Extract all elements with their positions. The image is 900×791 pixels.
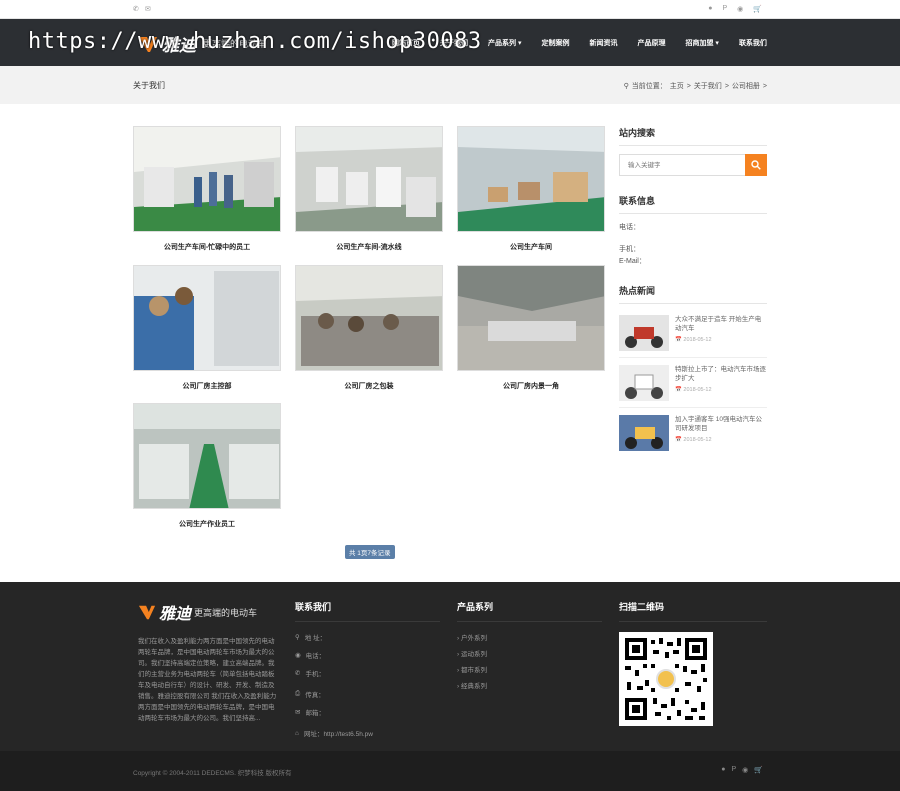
news-headline[interactable]: 加入宇通客车 10强电动汽车公司研发项目 <box>675 415 767 434</box>
weibo-icon[interactable]: ● <box>721 766 725 774</box>
footer-about-text: 我们在收入及盈利能力两方面是中国领先的电动两轮车品牌，是中国电动两轮车市场为最大… <box>138 638 277 723</box>
news-date: 📅 2018-05-12 <box>675 436 712 443</box>
gallery-caption[interactable]: 公司厂房之包装 <box>295 381 443 391</box>
footer-product-link[interactable]: › 运动系列 <box>457 648 602 658</box>
gallery-photo[interactable] <box>295 265 443 371</box>
fax-icon: ⎙ <box>295 690 301 697</box>
cart-icon[interactable]: 🛒 <box>754 766 763 774</box>
footer-contact-title: 联系我们 <box>295 600 440 622</box>
news-title: 热点新闻 <box>619 284 767 304</box>
pagination-info: 共 1页7条记录 <box>345 545 395 559</box>
gallery-photo[interactable] <box>133 126 281 232</box>
gallery-item[interactable]: 公司生产车间-忙碌中的员工 <box>133 126 281 252</box>
footer-website-link[interactable]: 网址：http://test6.5h.pw <box>304 728 373 738</box>
gallery-caption[interactable]: 公司厂房内景一角 <box>457 381 605 391</box>
news-headline[interactable]: 特斯拉上市了：电动汽车市场逐步扩大 <box>675 365 767 384</box>
news-thumbnail[interactable] <box>619 365 669 401</box>
gallery-caption[interactable]: 公司生产作业员工 <box>133 519 281 529</box>
gallery-item[interactable]: 公司厂房内景一角 <box>457 265 605 391</box>
footer-qr: 扫描二维码 <box>619 600 767 726</box>
breadcrumb-current[interactable]: 公司相册 <box>732 81 760 91</box>
search-box <box>619 154 767 176</box>
gallery-caption[interactable]: 公司生产车间-忙碌中的员工 <box>133 242 281 252</box>
watermark-url: https://www.huzhan.com/ishop30083 <box>28 29 482 54</box>
news-item[interactable]: 大众不满足于造车 开始生产电动汽车 📅 2018-05-12 <box>619 308 767 358</box>
breadcrumb-about[interactable]: 关于我们 <box>694 81 722 91</box>
gallery-caption[interactable]: 公司生产车间 <box>457 242 605 252</box>
globe-icon: ◉ <box>295 652 301 659</box>
gallery-caption[interactable]: 公司生产车间-流水线 <box>295 242 443 252</box>
qq-icon[interactable]: ◉ <box>742 766 748 774</box>
footer-qr-title: 扫描二维码 <box>619 600 767 622</box>
site-footer: 雅迪 更高端的电动车 我们在收入及盈利能力两方面是中国领先的电动两轮车品牌，是中… <box>0 582 900 751</box>
footer-product-link[interactable]: › 经典系列 <box>457 680 602 690</box>
nav-item-contact[interactable]: 联系我们 <box>729 38 777 48</box>
contact-email: E-Mail： <box>619 258 646 265</box>
gallery-photo[interactable] <box>295 126 443 232</box>
nav-item-news[interactable]: 新闻资讯 <box>579 38 627 48</box>
breadcrumb-bar: 关于我们 ⚲ 当前位置： 主页 > 关于我们 > 公司相册 > <box>0 66 900 104</box>
home-icon: ⌂ <box>295 729 299 737</box>
weibo-icon[interactable]: ● <box>708 5 712 13</box>
news-thumbnail[interactable] <box>619 415 669 451</box>
cart-icon[interactable]: 🛒 <box>753 5 762 13</box>
gallery-item[interactable]: 公司厂房主控部 <box>133 265 281 391</box>
phone-icon: ✆ <box>133 6 139 13</box>
search-title: 站内搜索 <box>619 126 767 146</box>
gallery-caption[interactable]: 公司厂房主控部 <box>133 381 281 391</box>
footer-logo[interactable]: 雅迪 更高端的电动车 <box>138 600 278 624</box>
news-headline[interactable]: 大众不满足于造车 开始生产电动汽车 <box>675 315 767 334</box>
sidebar: 站内搜索 联系信息 电话： 手机： E-Mail： 热点新闻 大众不满足于造车 … <box>619 126 767 457</box>
nav-item-products[interactable]: 产品系列 ▾ <box>478 38 531 48</box>
footer-products: 产品系列 › 户外系列 › 运动系列 › 都市系列 › 经典系列 <box>457 600 602 690</box>
gallery-item[interactable]: 公司厂房之包装 <box>295 265 443 391</box>
location-pin-icon: ⚲ <box>623 83 629 90</box>
footer-product-link[interactable]: › 都市系列 <box>457 664 602 674</box>
logo-icon <box>138 605 156 620</box>
pinterest-icon[interactable]: P <box>732 766 737 774</box>
gallery-item[interactable]: 公司生产车间-流水线 <box>295 126 443 252</box>
nav-item-principle[interactable]: 产品原理 <box>627 38 675 48</box>
news-item[interactable]: 加入宇通客车 10强电动汽车公司研发项目 📅 2018-05-12 <box>619 408 767 457</box>
news-date: 📅 2018-05-12 <box>675 386 712 393</box>
contact-mobile: 手机： <box>619 246 640 253</box>
phone-icon: ✆ <box>295 670 301 677</box>
footer-product-link[interactable]: › 户外系列 <box>457 632 602 642</box>
contact-phone: 电话： <box>619 224 640 231</box>
breadcrumb-home[interactable]: 主页 <box>670 81 684 91</box>
gallery-photo[interactable] <box>457 265 605 371</box>
mail-icon: ✉ <box>295 709 301 716</box>
search-icon <box>751 160 761 170</box>
gallery-photo[interactable] <box>457 126 605 232</box>
news-thumbnail[interactable] <box>619 315 669 351</box>
qr-code <box>619 632 713 726</box>
location-pin-icon: ⚲ <box>295 634 300 641</box>
gallery-item[interactable]: 公司生产作业员工 <box>133 403 281 529</box>
mail-icon: ✉ <box>144 6 151 13</box>
footer-contact: 联系我们 ⚲ 地 址： ◉ 电话： ✆ 手机： ⎙ 传真： ✉ 邮箱： ⌂ 网址：http:… <box>295 600 440 738</box>
gallery-item[interactable]: 公司生产车间 <box>457 126 605 252</box>
gallery-photo[interactable] <box>133 265 281 371</box>
copyright-bar: Copyright © 2004-2011 DEDECMS. 织梦科技 版权所有… <box>0 751 900 791</box>
gallery-photo[interactable] <box>133 403 281 509</box>
news-item[interactable]: 特斯拉上市了：电动汽车市场逐步扩大 📅 2018-05-12 <box>619 358 767 408</box>
breadcrumb: ⚲ 当前位置： 主页 > 关于我们 > 公司相册 > <box>623 81 767 91</box>
qq-icon[interactable]: ◉ <box>737 5 743 13</box>
contact-title: 联系信息 <box>619 194 767 214</box>
search-button[interactable] <box>745 154 767 176</box>
search-input[interactable] <box>619 154 745 176</box>
nav-item-join[interactable]: 招商加盟 ▾ <box>675 38 728 48</box>
nav-item-cases[interactable]: 定制案例 <box>531 38 579 48</box>
page-title: 关于我们 <box>133 81 165 90</box>
pinterest-icon[interactable]: P <box>723 5 728 13</box>
top-bar: ✆ ✉ ● P ◉ 🛒 <box>0 0 900 19</box>
news-date: 📅 2018-05-12 <box>675 336 712 343</box>
copyright-text: Copyright © 2004-2011 DEDECMS. 织梦科技 版权所有 <box>133 770 292 777</box>
footer-products-title: 产品系列 <box>457 600 602 622</box>
footer-about: 雅迪 更高端的电动车 我们在收入及盈利能力两方面是中国领先的电动两轮车品牌，是中… <box>138 600 278 724</box>
